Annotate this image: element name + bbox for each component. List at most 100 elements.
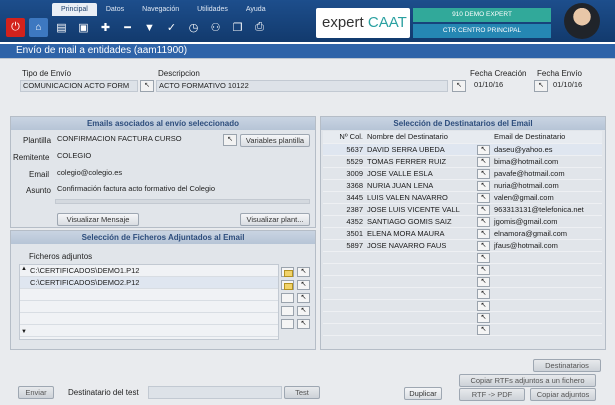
email-field[interactable]: colegio@colegio.es [55,168,175,180]
recipient-picker-icon[interactable]: ↖ [475,227,492,240]
num-cell [323,323,365,336]
empty-slot-icon[interactable] [281,319,294,329]
recipient-picker-icon[interactable]: ↖ [475,251,492,264]
dest-test-field[interactable] [148,386,282,399]
table-row[interactable]: ↖ [323,251,602,264]
recipient-picker-icon[interactable]: ↖ [475,299,492,312]
tab-navegacion[interactable]: Navegación [133,3,188,16]
copiar-rtfs-button[interactable]: Copiar RTFs adjuntos a un fichero [459,374,596,387]
file-picker-icon[interactable]: ↖ [297,267,310,277]
table-row[interactable]: 3009 JOSE VALLE ESLA ↖ pavafe@hotmail.com [323,167,602,180]
list-item[interactable] [20,325,278,337]
asunto-field[interactable]: Confirmación factura acto formativo del … [55,184,310,196]
recipient-picker-icon[interactable]: ↖ [475,263,492,276]
recipient-picker-icon[interactable]: ↖ [475,239,492,252]
recipient-picker-icon[interactable]: ↖ [475,203,492,216]
email-cell: 963313131@telefonica.net [492,203,602,216]
group-icon[interactable]: ⚇ [206,18,225,37]
table-row[interactable]: ↖ [323,311,602,324]
tipo-picker-icon[interactable]: ↖ [140,80,154,92]
table-row[interactable]: 3368 NURIA JUAN LENA ↖ nuria@hotmail.com [323,179,602,192]
plantilla-picker-icon[interactable]: ↖ [223,134,237,146]
asunto-scrollbar[interactable] [55,199,310,204]
fecha-creacion-field[interactable]: 01/10/16 [472,80,528,92]
file-picker-icon[interactable]: ↖ [297,306,310,316]
recipient-picker-icon[interactable]: ↖ [475,155,492,168]
add-icon[interactable]: ✚ [96,18,115,37]
table-row[interactable]: 5897 JOSE NAVARRO FAUS ↖ jfaus@hotmail.com [323,239,602,252]
print-icon[interactable]: ⎙ [250,18,269,37]
recipient-picker-icon[interactable]: ↖ [475,323,492,336]
table-row[interactable]: 5637 DAVID SERRA UBEDA ↖ daseu@yahoo.es [323,143,602,156]
variables-plantilla-button[interactable]: Variables plantilla [240,134,310,147]
enviar-button[interactable]: Enviar [18,386,54,399]
recipient-picker-icon[interactable]: ↖ [475,179,492,192]
list-item[interactable]: C:\CERTIFICADOS\DEMO1.P12 [20,265,278,277]
table-row[interactable]: 3445 LUIS VALEN NAVARRO ↖ valen@gmail.com [323,191,602,204]
descripcion-field[interactable]: ACTO FORMATIVO 10122 [156,80,448,92]
scroll-up-icon[interactable]: ▲ [21,266,27,272]
recipient-picker-icon[interactable]: ↖ [475,215,492,228]
remove-icon[interactable]: ━ [118,18,137,37]
recipient-picker-icon[interactable]: ↖ [475,143,492,156]
list-item[interactable] [20,301,278,313]
destinatarios-button[interactable]: Destinatarios [533,359,601,372]
file-picker-icon[interactable]: ↖ [297,280,310,290]
descripcion-picker-icon[interactable]: ↖ [452,80,466,92]
copiar-adjuntos-button[interactable]: Copiar adjuntos [530,388,596,401]
history-icon[interactable]: ◷ [184,18,203,37]
save-icon[interactable]: ▣ [74,18,93,37]
avatar[interactable] [564,3,600,39]
empty-slot-icon[interactable] [281,293,294,303]
power-icon[interactable]: ⏻ [6,18,25,37]
table-row[interactable]: 5529 TOMAS FERRER RUIZ ↖ bima@hotmail.com [323,155,602,168]
fecha-envio-picker-icon[interactable]: ↖ [534,80,548,92]
file-picker-icon[interactable]: ↖ [297,319,310,329]
fecha-envio-field[interactable]: 01/10/16 [551,80,601,92]
table-row[interactable]: ↖ [323,263,602,276]
tab-utilidades[interactable]: Utilidades [188,3,237,16]
tipo-field[interactable]: COMUNICACION ACTO FORM [20,80,138,92]
file-icon[interactable]: ▤ [52,18,71,37]
table-row[interactable]: ↖ [323,299,602,312]
plantilla-field[interactable]: CONFIRMACION FACTURA CURSO [55,134,217,146]
recipient-picker-icon[interactable]: ↖ [475,191,492,204]
email-cell [492,263,602,276]
table-row[interactable]: ↖ [323,275,602,288]
test-button[interactable]: Test [284,386,320,399]
duplicar-button[interactable]: Duplicar [404,387,442,400]
folder-icon[interactable] [281,280,294,290]
rtf-pdf-button[interactable]: RTF -> PDF [459,388,525,401]
recipient-picker-icon[interactable]: ↖ [475,167,492,180]
home-icon[interactable]: ⌂ [29,18,48,37]
recipient-picker-icon[interactable]: ↖ [475,287,492,300]
table-row[interactable]: 3501 ELENA MORA MAURA ↖ elnamora@gmail.com [323,227,602,240]
name-cell: JOSE VALLE ESLA [365,167,475,180]
email-cell [492,311,602,324]
filter-icon[interactable]: ▼ [140,18,159,37]
tab-datos[interactable]: Datos [97,3,133,16]
empty-slot-icon[interactable] [281,306,294,316]
table-row[interactable]: ↖ [323,287,602,300]
num-cell [323,299,365,312]
folder-icon[interactable] [281,267,294,277]
tab-principal[interactable]: Principal [52,3,97,16]
list-item[interactable] [20,289,278,301]
table-row[interactable]: 2387 JOSE LUIS VICENTE VALL ↖ 963313131@tel… [323,203,602,216]
table-row[interactable]: 4352 SANTIAGO GOMIS SAIZ ↖ jgomis@gmail.com [323,215,602,228]
table-row[interactable]: ↖ [323,323,602,336]
email-cell [492,323,602,336]
copy-icon[interactable]: ❐ [228,18,247,37]
tab-ayuda[interactable]: Ayuda [237,3,275,16]
visualizar-mensaje-button[interactable]: Visualizar Mensaje [57,213,139,226]
file-picker-icon[interactable]: ↖ [297,293,310,303]
scroll-down-icon[interactable]: ▼ [21,329,27,335]
check-icon[interactable]: ✓ [162,18,181,37]
recipient-picker-icon[interactable]: ↖ [475,275,492,288]
list-item[interactable] [20,313,278,325]
visualizar-plantilla-button[interactable]: Visualizar plant... [240,213,310,226]
num-cell: 3009 [323,167,365,180]
recipient-picker-icon[interactable]: ↖ [475,311,492,324]
list-item[interactable]: C:\CERTIFICADOS\DEMO2.P12 [20,277,278,289]
remitente-field[interactable]: COLEGIO [55,151,175,163]
